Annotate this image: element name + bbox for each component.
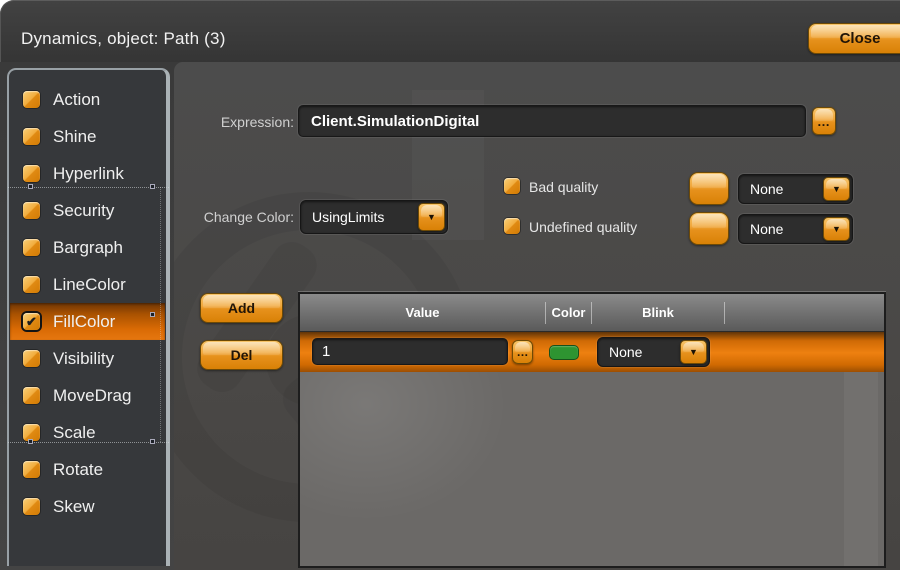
expression-label: Expression: [186, 114, 294, 130]
row-value-input[interactable] [312, 338, 508, 365]
checkbox-icon [23, 461, 40, 478]
sidebar-item-label: Bargraph [53, 238, 123, 258]
sidebar-item-action[interactable]: Action [10, 81, 165, 118]
expression-input[interactable] [298, 105, 806, 137]
sidebar-item-label: Scale [53, 423, 96, 443]
ellipsis-icon: … [517, 345, 529, 359]
sidebar-item-label: FillColor [53, 312, 115, 332]
dynamics-dialog: Dynamics, object: Path (3) Close Action … [0, 0, 900, 570]
undefined-quality-label: Undefined quality [529, 219, 637, 235]
sidebar-item-label: Security [53, 201, 114, 221]
change-color-dropdown[interactable]: UsingLimits ▼ [300, 200, 448, 234]
sidebar-item-bargraph[interactable]: Bargraph [10, 229, 165, 266]
fillcolor-settings-panel: Expression: … Change Color: UsingLimits … [174, 62, 900, 570]
checkbox-icon [23, 350, 40, 367]
sidebar-item-label: Visibility [53, 349, 114, 369]
marquee-handle[interactable] [28, 439, 33, 444]
bad-quality-dropdown[interactable]: None ▼ [738, 174, 853, 204]
bad-quality-checkbox[interactable] [504, 178, 520, 194]
checkbox-icon [23, 387, 40, 404]
sidebar-item-label: Hyperlink [53, 164, 124, 184]
checkbox-icon [23, 91, 40, 108]
row-blink-value: None [598, 344, 678, 360]
close-button-label: Close [840, 30, 881, 47]
selection-marquee-right [160, 187, 161, 442]
column-header-color: Color [545, 302, 591, 324]
screenshot-canvas: Dynamics, object: Path (3) Close Action … [0, 0, 900, 578]
change-color-value: UsingLimits [301, 209, 416, 225]
sidebar-item-rotate[interactable]: Rotate [10, 451, 165, 488]
chevron-down-icon[interactable]: ▼ [823, 217, 850, 241]
sidebar-item-shine[interactable]: Shine [10, 118, 165, 155]
add-button[interactable]: Add [200, 293, 283, 323]
undefined-quality-value: None [739, 221, 821, 237]
checkbox-icon [23, 276, 40, 293]
column-header-extra [724, 302, 882, 324]
sidebar-item-movedrag[interactable]: MoveDrag [10, 377, 165, 414]
sidebar-item-linecolor[interactable]: LineColor [10, 266, 165, 303]
checkbox-icon [23, 165, 40, 182]
dynamics-list: Action Shine Hyperlink Security Bargraph… [9, 70, 166, 525]
marquee-handle[interactable] [150, 312, 155, 317]
sidebar-item-security[interactable]: Security [10, 192, 165, 229]
undefined-quality-color-picker-button[interactable] [689, 212, 729, 245]
sidebar-item-label: Rotate [53, 460, 103, 480]
table-row[interactable]: … None ▼ [300, 332, 884, 372]
sidebar-item-label: Shine [53, 127, 96, 147]
limits-table: Value Color Blink … None ▼ [298, 292, 886, 568]
watermark-graphic [300, 372, 520, 532]
sidebar-item-label: Action [53, 90, 100, 110]
checkbox-icon [23, 498, 40, 515]
checkbox-icon [23, 239, 40, 256]
add-button-label: Add [228, 300, 255, 316]
checkbox-icon [23, 202, 40, 219]
bad-quality-label: Bad quality [529, 179, 598, 195]
expression-browse-ellipsis-button[interactable]: … [812, 107, 836, 135]
dialog-title: Dynamics, object: Path (3) [21, 29, 226, 49]
del-button[interactable]: Del [200, 340, 283, 370]
sidebar-item-visibility[interactable]: Visibility [10, 340, 165, 377]
del-button-label: Del [231, 347, 253, 363]
checked-checkbox-icon: ✔ [23, 313, 40, 330]
marquee-handle[interactable] [150, 184, 155, 189]
titlebar: Dynamics, object: Path (3) [0, 0, 900, 62]
dynamics-sidebar: Action Shine Hyperlink Security Bargraph… [7, 68, 170, 566]
undefined-quality-checkbox[interactable] [504, 218, 520, 234]
undefined-quality-dropdown[interactable]: None ▼ [738, 214, 853, 244]
checkbox-icon [23, 128, 40, 145]
close-button[interactable]: Close [808, 23, 900, 54]
chevron-down-icon[interactable]: ▼ [418, 203, 445, 231]
watermark-graphic [844, 372, 878, 566]
bad-quality-value: None [739, 181, 821, 197]
row-browse-ellipsis-button[interactable]: … [512, 340, 533, 364]
row-color-swatch[interactable] [549, 345, 579, 360]
row-blink-dropdown[interactable]: None ▼ [597, 337, 710, 367]
bad-quality-color-picker-button[interactable] [689, 172, 729, 205]
marquee-handle[interactable] [150, 439, 155, 444]
sidebar-item-fillcolor[interactable]: ✔ FillColor [10, 303, 165, 340]
sidebar-item-skew[interactable]: Skew [10, 488, 165, 525]
chevron-down-icon[interactable]: ▼ [680, 340, 707, 364]
ellipsis-icon: … [817, 114, 831, 129]
column-header-blink: Blink [591, 302, 724, 324]
marquee-handle[interactable] [28, 184, 33, 189]
column-header-value: Value [300, 302, 545, 324]
chevron-down-icon[interactable]: ▼ [823, 177, 850, 201]
sidebar-item-label: MoveDrag [53, 386, 131, 406]
sidebar-item-label: LineColor [53, 275, 126, 295]
sidebar-item-scale[interactable]: Scale [10, 414, 165, 451]
table-empty-area[interactable] [300, 372, 884, 566]
table-header: Value Color Blink [300, 294, 884, 332]
sidebar-item-label: Skew [53, 497, 95, 517]
change-color-label: Change Color: [180, 209, 294, 225]
